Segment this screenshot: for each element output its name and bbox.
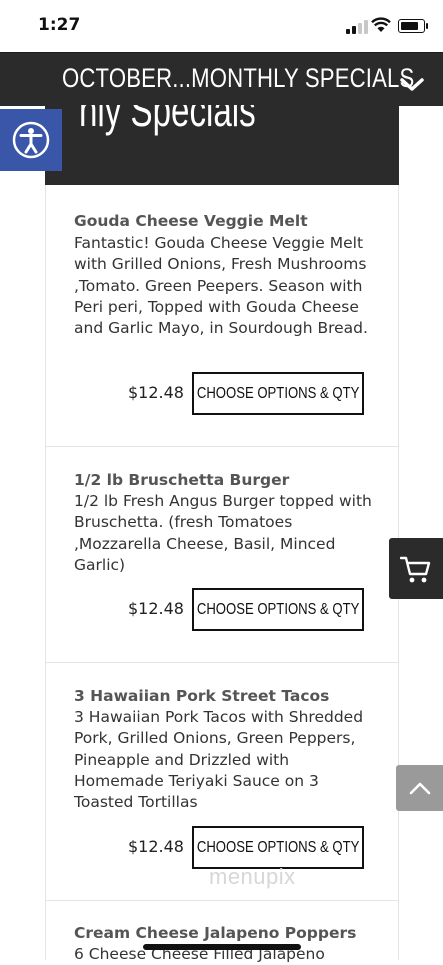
menu-item: 1/2 lb Bruschetta Burger 1/2 lb Fresh An…	[46, 446, 398, 663]
status-time: 1:27	[38, 15, 81, 35]
button-label: CHOOSE OPTIONS & QTY	[196, 600, 360, 618]
home-indicator	[143, 944, 301, 950]
item-price: $12.48	[128, 383, 184, 402]
hero-text: nly Specials	[79, 105, 256, 136]
wifi-icon	[371, 17, 391, 32]
menu-item: Cream Cheese Jalapeno Poppers 6 Cheese C…	[46, 900, 398, 963]
item-title: Cream Cheese Jalapeno Poppers	[74, 924, 357, 942]
item-title: 3 Hawaiian Pork Street Tacos	[74, 687, 330, 705]
section-title: OCTOBER...MONTHLY SPECIALS	[62, 63, 415, 93]
battery-icon	[398, 19, 428, 33]
cart-button[interactable]	[389, 538, 443, 599]
item-title: 1/2 lb Bruschetta Burger	[74, 471, 290, 489]
cellular-signal-icon	[346, 20, 368, 34]
status-bar: 1:27	[0, 0, 443, 52]
item-price: $12.48	[128, 599, 184, 618]
item-description: 1/2 lb Fresh Angus Burger topped with Br…	[74, 492, 372, 574]
choose-options-button[interactable]: CHOOSE OPTIONS & QTY	[192, 588, 364, 631]
back-to-top-button[interactable]	[396, 765, 443, 811]
accessibility-icon	[12, 121, 50, 159]
specials-header-bar[interactable]: OCTOBER...MONTHLY SPECIALS	[0, 52, 443, 106]
chevron-up-icon	[409, 782, 431, 795]
item-title: Gouda Cheese Veggie Melt	[74, 212, 308, 230]
item-description: 3 Hawaiian Pork Tacos with Shredded Pork…	[74, 708, 364, 812]
choose-options-button[interactable]: CHOOSE OPTIONS & QTY	[192, 372, 364, 415]
item-price: $12.48	[128, 837, 184, 856]
choose-options-button[interactable]: CHOOSE OPTIONS & QTY	[192, 826, 364, 869]
watermark: menupix	[209, 864, 296, 889]
item-description: Fantastic! Gouda Cheese Veggie Melt with…	[74, 234, 368, 338]
menu-item: Gouda Cheese Veggie Melt Fantastic! Goud…	[46, 185, 398, 447]
menu-item-list: Gouda Cheese Veggie Melt Fantastic! Goud…	[45, 185, 399, 963]
accessibility-button[interactable]	[0, 109, 62, 171]
chevron-down-icon[interactable]	[399, 77, 425, 93]
shopping-cart-icon	[400, 556, 431, 583]
button-label: CHOOSE OPTIONS & QTY	[196, 384, 360, 402]
specials-hero-banner: nly Specials	[45, 105, 399, 185]
button-label: CHOOSE OPTIONS & QTY	[196, 838, 360, 856]
